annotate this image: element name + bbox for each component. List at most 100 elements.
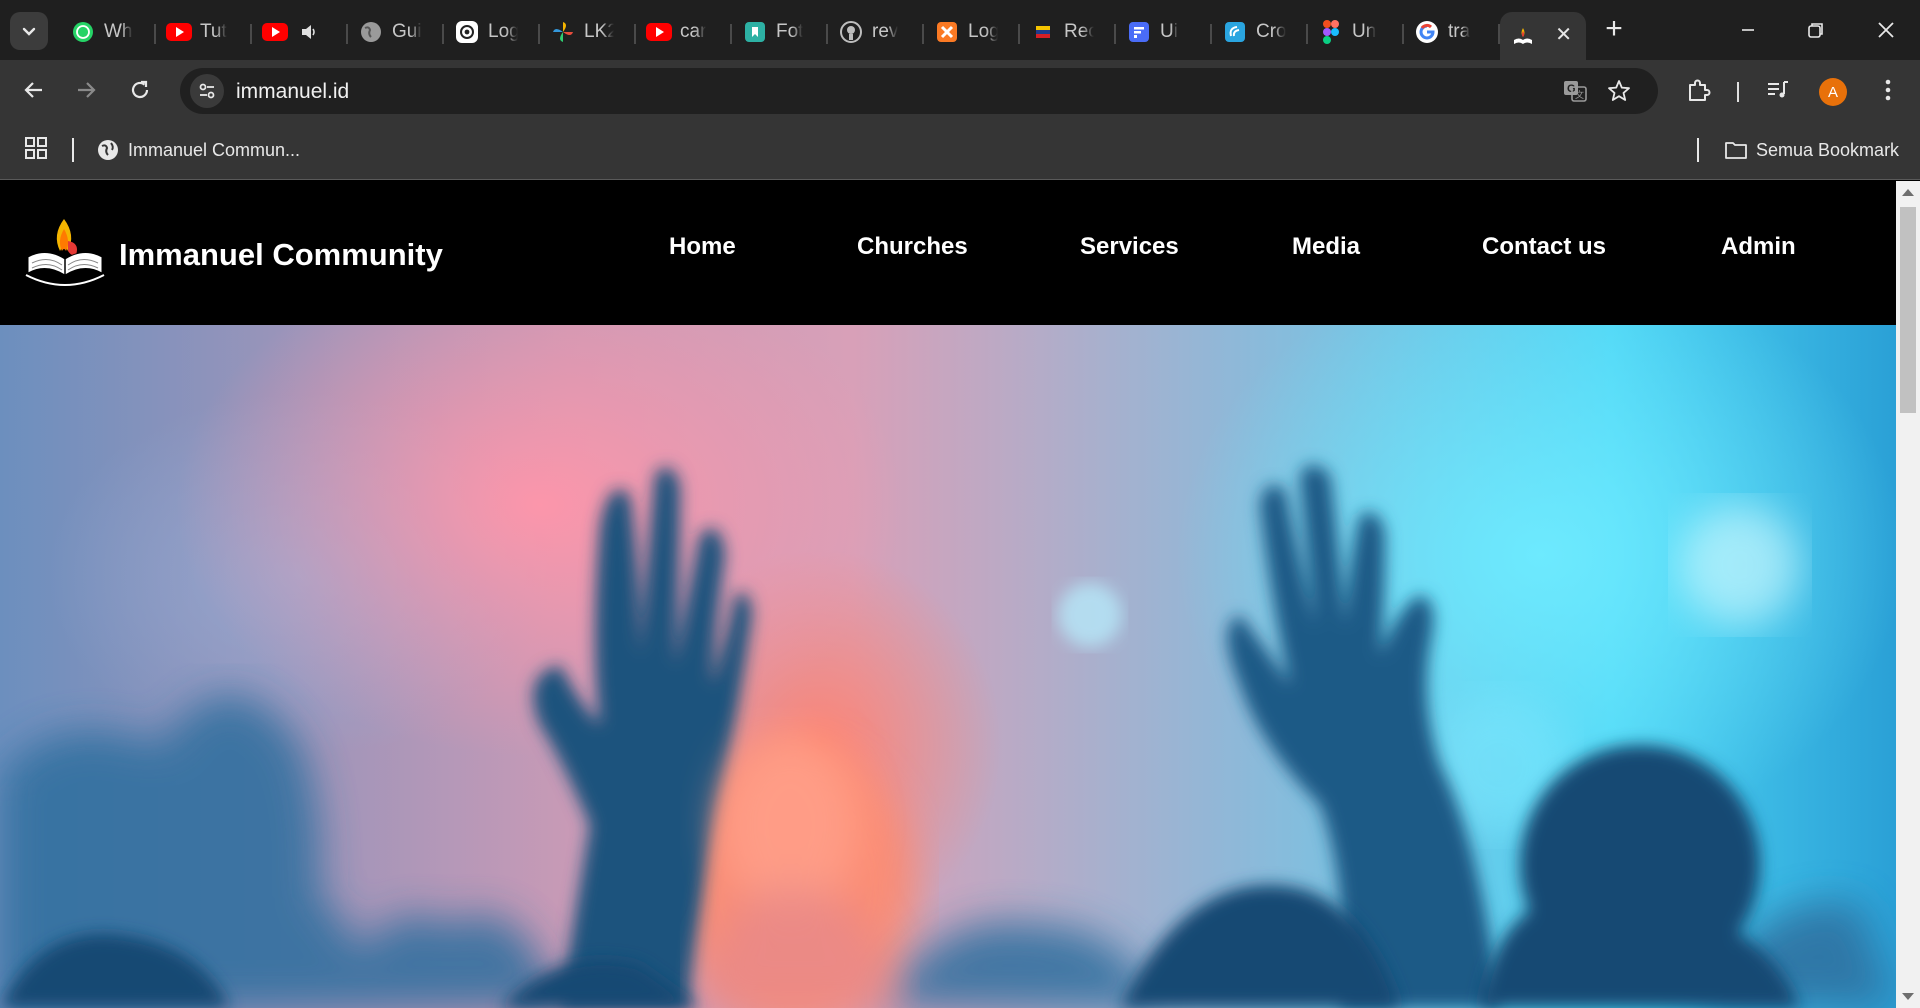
crowdin-icon bbox=[1222, 19, 1248, 45]
media-control-button[interactable] bbox=[1762, 74, 1794, 106]
worship-silhouettes bbox=[0, 465, 1896, 1008]
youtube-icon bbox=[166, 19, 192, 45]
nav-churches[interactable]: Churches bbox=[857, 233, 968, 261]
tab-title: tra bbox=[1448, 21, 1471, 42]
tab-youtube-audio[interactable] bbox=[252, 12, 348, 52]
queue-music-icon bbox=[1768, 81, 1788, 98]
tab-fot[interactable]: Fot bbox=[732, 12, 828, 52]
flame-bible-logo-icon bbox=[25, 219, 105, 286]
tab-google[interactable]: tra bbox=[1404, 12, 1500, 52]
nav-admin[interactable]: Admin bbox=[1721, 233, 1796, 261]
site-brand-title[interactable]: Immanuel Community bbox=[119, 237, 443, 273]
tab-title: Log bbox=[488, 21, 518, 42]
hero-worship-image bbox=[0, 325, 1896, 1008]
xampp-icon bbox=[934, 19, 960, 45]
tab-youtube-1[interactable]: Tut bbox=[156, 12, 252, 52]
bookmark-divider bbox=[72, 138, 74, 162]
tab-whatsapp[interactable]: Wh bbox=[60, 12, 156, 52]
chatgpt-icon bbox=[454, 19, 480, 45]
tab-figma[interactable]: Un bbox=[1308, 12, 1404, 52]
tab-title: Fot bbox=[776, 21, 804, 42]
svg-text:文: 文 bbox=[1575, 89, 1584, 101]
bookmark-divider bbox=[1697, 138, 1699, 162]
reload-button[interactable] bbox=[118, 68, 162, 112]
bookmark-immanuel[interactable]: Immanuel Commun... bbox=[96, 136, 300, 164]
arrow-left-icon bbox=[24, 82, 42, 98]
minimize-button[interactable] bbox=[1726, 10, 1770, 50]
tab-title: Ui bbox=[1160, 21, 1178, 42]
tab-youtube-2[interactable]: car bbox=[636, 12, 732, 52]
minimize-icon bbox=[1742, 29, 1754, 31]
scroll-down-arrow-icon[interactable] bbox=[1902, 993, 1914, 1000]
bookmark-app-icon bbox=[742, 19, 768, 45]
tab-title: rev bbox=[872, 21, 899, 42]
immanuel-logo-icon bbox=[1510, 24, 1536, 50]
tab-github[interactable]: rev bbox=[828, 12, 924, 52]
tab-search-button[interactable] bbox=[10, 12, 48, 50]
all-bookmarks-label: Semua Bookmark bbox=[1756, 139, 1900, 160]
restore-button[interactable] bbox=[1794, 10, 1838, 50]
tab-title: LK2 bbox=[584, 21, 614, 42]
tab-title: Tut bbox=[200, 21, 227, 42]
arrow-right-icon bbox=[78, 82, 96, 98]
tab-close-icon[interactable]: ✕ bbox=[1555, 22, 1572, 47]
tab-xampp[interactable]: Log bbox=[924, 12, 1020, 52]
tab-title: Wh bbox=[104, 21, 133, 42]
tab-title: Log bbox=[968, 21, 998, 42]
back-button[interactable] bbox=[12, 68, 56, 112]
tab-ui[interactable]: Ui bbox=[1116, 12, 1212, 52]
bookmark-bar: Immanuel Commun... Semua Bookmark bbox=[0, 120, 1920, 180]
tab-globe[interactable]: Gui bbox=[348, 12, 444, 52]
globe-icon bbox=[358, 19, 384, 45]
new-tab-button[interactable]: + bbox=[1598, 14, 1630, 46]
pinwheel-icon bbox=[550, 19, 576, 45]
nav-home[interactable]: Home bbox=[669, 233, 736, 261]
restore-icon bbox=[1808, 23, 1823, 38]
bokeh-light bbox=[1680, 505, 1800, 625]
browser-toolbar: immanuel.id G文 A bbox=[0, 60, 1920, 120]
forward-button[interactable] bbox=[64, 68, 108, 112]
tab-title: car bbox=[680, 21, 707, 42]
address-bar[interactable]: immanuel.id G文 bbox=[180, 68, 1658, 114]
apps-grid-button[interactable] bbox=[24, 136, 52, 164]
bookmark-label: Immanuel Commun... bbox=[128, 139, 301, 160]
nav-services[interactable]: Services bbox=[1080, 233, 1179, 261]
speaker-icon[interactable] bbox=[296, 19, 322, 45]
page-scrollbar[interactable] bbox=[1896, 181, 1920, 1008]
apps-grid-icon bbox=[25, 137, 47, 159]
nav-media[interactable]: Media bbox=[1292, 233, 1360, 261]
puzzle-icon bbox=[1689, 79, 1711, 101]
bokeh-light bbox=[1058, 583, 1122, 647]
chevron-down-icon bbox=[22, 27, 36, 36]
browser-menu-button[interactable] bbox=[1872, 74, 1904, 106]
close-icon bbox=[1878, 22, 1894, 38]
github-icon bbox=[838, 19, 864, 45]
translate-icon: G文 bbox=[1564, 81, 1587, 102]
tab-chatgpt[interactable]: Log bbox=[444, 12, 540, 52]
profile-avatar[interactable]: A bbox=[1819, 78, 1847, 106]
tab-immanuel-active[interactable]: ✕ bbox=[1500, 12, 1586, 62]
youtube-icon bbox=[262, 19, 288, 45]
scroll-up-arrow-icon[interactable] bbox=[1902, 189, 1914, 196]
page-viewport: Immanuel Community Home Churches Service… bbox=[0, 181, 1920, 1008]
close-window-button[interactable] bbox=[1864, 10, 1908, 50]
bookmark-star-button[interactable] bbox=[1604, 76, 1634, 106]
url-text[interactable]: immanuel.id bbox=[236, 80, 349, 104]
nav-contact-us[interactable]: Contact us bbox=[1482, 233, 1606, 261]
flag-icon bbox=[1030, 19, 1056, 45]
scrollbar-thumb[interactable] bbox=[1900, 207, 1916, 413]
site-header: Immanuel Community Home Churches Service… bbox=[0, 181, 1896, 325]
tab-title: Gui bbox=[392, 21, 422, 42]
extensions-button[interactable] bbox=[1683, 74, 1715, 106]
tab-crowdin[interactable]: Cro bbox=[1212, 12, 1308, 52]
tab-title: Un bbox=[1352, 21, 1377, 42]
tab-lk2[interactable]: LK2 bbox=[540, 12, 636, 52]
tune-icon bbox=[199, 83, 215, 99]
forms-icon bbox=[1126, 19, 1152, 45]
all-bookmarks-button[interactable]: Semua Bookmark bbox=[1724, 136, 1899, 164]
immanuel-logo[interactable] bbox=[24, 217, 106, 291]
tab-rec[interactable]: Rec bbox=[1020, 12, 1116, 52]
site-info-button[interactable] bbox=[190, 74, 224, 108]
translate-button[interactable]: G文 bbox=[1560, 76, 1590, 106]
tab-strip: Wh Tut Gui Log LK2 car Fot rev Log Rec U… bbox=[0, 0, 1920, 62]
